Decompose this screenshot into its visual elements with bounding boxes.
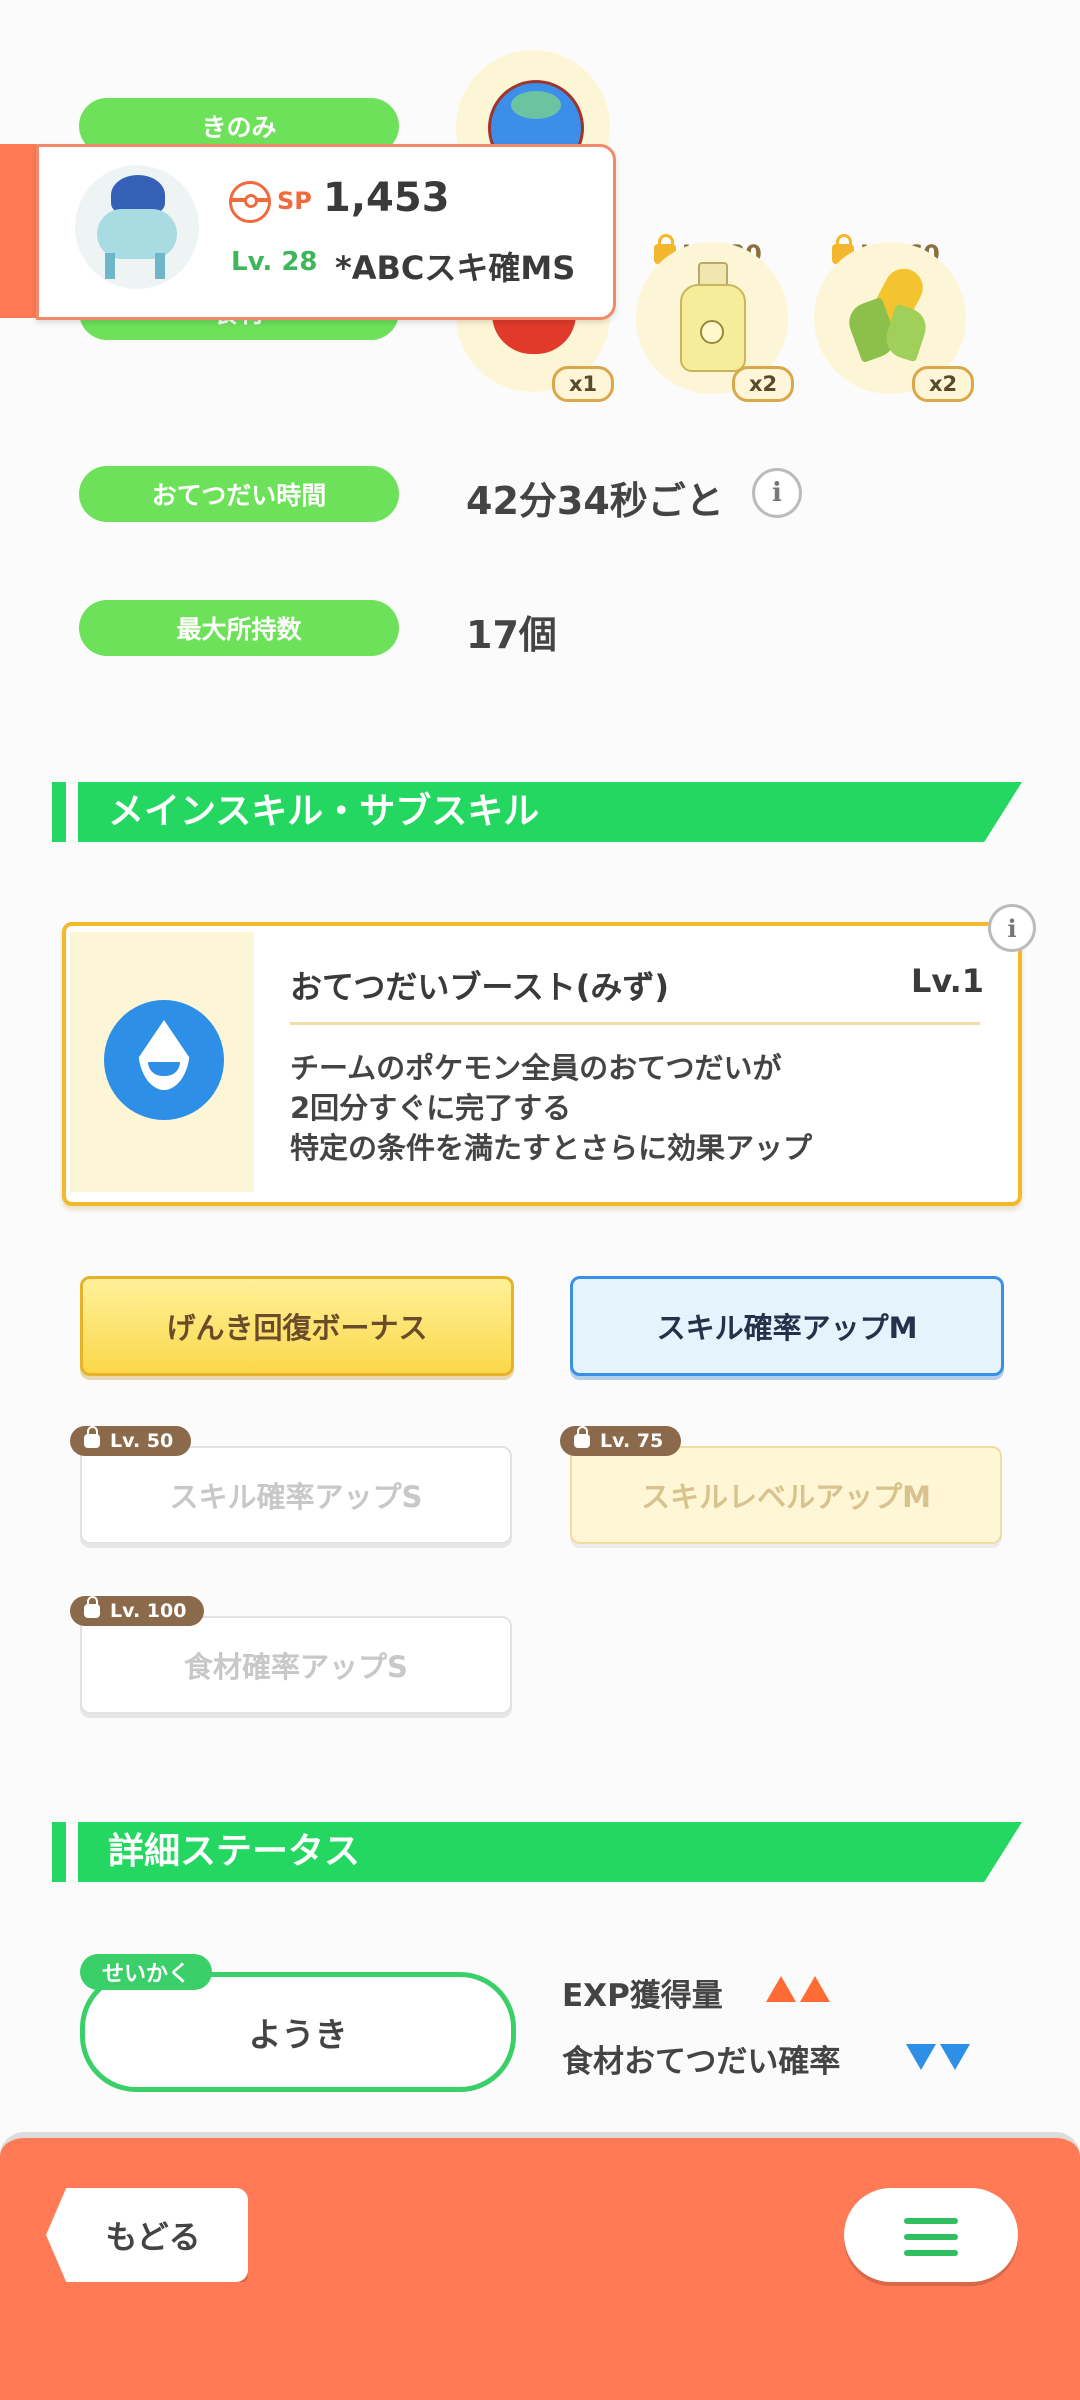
unlock-level: Lv. 75 — [600, 1430, 664, 1452]
oil-icon[interactable] — [680, 262, 746, 372]
sub-skill-4-unlock-tag: Lv. 75 — [560, 1426, 682, 1456]
max-carry-label: 最大所持数 — [79, 600, 399, 656]
skill-info-icon[interactable]: i — [988, 904, 1036, 952]
divider — [290, 1022, 980, 1025]
sp-icon — [229, 181, 271, 223]
ingredient-qty-1: x1 — [552, 366, 615, 402]
main-skill-level: Lv.1 — [910, 962, 984, 1000]
nature-box[interactable]: ようき — [80, 1972, 516, 2092]
corn-icon[interactable] — [840, 261, 940, 364]
help-time-label: おてつだい時間 — [79, 466, 399, 522]
water-drop-icon — [104, 1000, 224, 1120]
desc-line-2: 2回分すぐに完了する — [290, 1091, 572, 1125]
nature-tag: せいかく — [80, 1954, 213, 1990]
lock-icon — [574, 1426, 590, 1448]
pokemon-level: Lv. 28 — [231, 247, 318, 277]
desc-line-1: チームのポケモン全員のおてつだいが — [290, 1051, 782, 1085]
detail-status-section-header: 詳細ステータス — [52, 1822, 1022, 1882]
section-title: 詳細ステータス — [108, 1831, 361, 1872]
menu-button[interactable] — [844, 2188, 1018, 2282]
ingredient-qty-2: x2 — [732, 366, 795, 402]
main-skill-card[interactable]: おてつだいブースト(みず) Lv.1 チームのポケモン全員のおてつだいが 2回分… — [62, 922, 1022, 1206]
down-arrows-icon — [906, 2044, 970, 2070]
sub-skill-3-unlock-tag: Lv. 50 — [70, 1426, 192, 1456]
pokemon-nickname: *ABCスキ確MS — [335, 249, 576, 287]
up-arrows-icon — [766, 1976, 830, 2002]
max-carry-value: 17個 — [466, 613, 557, 657]
sub-skill-2[interactable]: スキル確率アップM — [570, 1276, 1004, 1376]
nature-up-label: EXP獲得量 — [562, 1978, 723, 2014]
sub-skill-3[interactable]: スキル確率アップS — [80, 1446, 512, 1544]
main-skill-name: おてつだいブースト(みず) — [290, 968, 670, 1006]
unlock-level: Lv. 50 — [110, 1430, 174, 1452]
lock-icon — [84, 1426, 100, 1448]
help-time-value: 42分34秒ごと — [466, 479, 724, 523]
unlock-level: Lv. 100 — [110, 1600, 187, 1622]
sub-skill-5[interactable]: 食材確率アップS — [80, 1616, 512, 1714]
lock-icon — [84, 1596, 100, 1618]
nature-down-label: 食材おてつだい確率 — [562, 2044, 841, 2080]
pokemon-avatar — [75, 165, 199, 289]
main-skill-section-header: メインスキル・サブスキル — [52, 782, 1022, 842]
sp-label: SP — [277, 187, 312, 215]
desc-line-3: 特定の条件を満たすとさらに効果アップ — [290, 1131, 813, 1165]
main-skill-description: チームのポケモン全員のおてつだいが 2回分すぐに完了する 特定の条件を満たすとさ… — [290, 1048, 812, 1168]
sub-skill-1[interactable]: げんき回復ボーナス — [80, 1276, 514, 1376]
hamburger-menu-icon — [904, 2218, 958, 2256]
sp-value: 1,453 — [323, 175, 450, 221]
sub-skill-4[interactable]: スキルレベルアップM — [570, 1446, 1002, 1544]
section-title: メインスキル・サブスキル — [108, 791, 540, 832]
back-button[interactable]: もどる — [46, 2188, 248, 2282]
info-icon[interactable]: i — [752, 468, 802, 518]
ingredient-qty-3: x2 — [912, 366, 975, 402]
pokemon-header-card[interactable]: SP 1,453 Lv. 28 *ABCスキ確MS — [36, 144, 616, 320]
sub-skill-5-unlock-tag: Lv. 100 — [70, 1596, 205, 1626]
